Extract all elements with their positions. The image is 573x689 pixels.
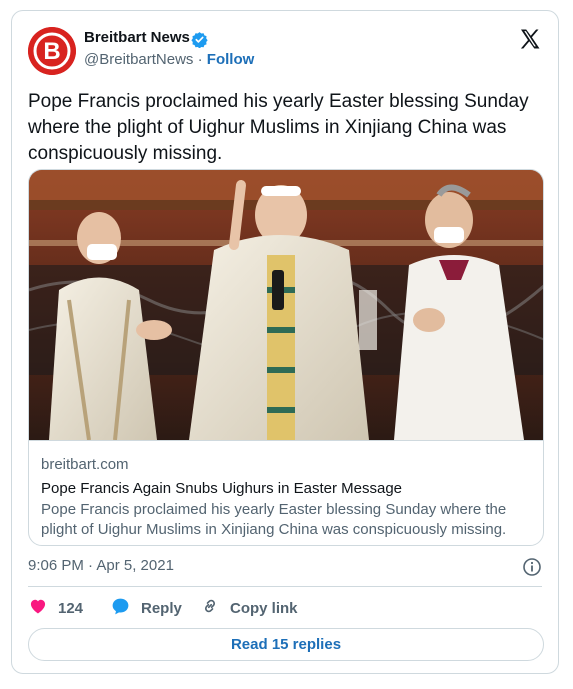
avatar[interactable]: B (28, 27, 76, 75)
copy-link-label: Copy link (230, 599, 298, 617)
link-meta: breitbart.com Pope Francis Again Snubs U… (29, 440, 543, 545)
author-name[interactable]: Breitbart News (84, 29, 190, 46)
verified-badge-icon (191, 31, 208, 53)
reply-bubble-icon (110, 596, 141, 621)
meta-separator: · (193, 51, 207, 68)
link-description: Pope Francis proclaimed his yearly Easte… (41, 501, 507, 538)
author-meta-row: @BreitbartNews · Follow (84, 51, 254, 68)
divider (28, 586, 542, 587)
tweet-text: Pope Francis proclaimed his yearly Easte… (28, 91, 529, 164)
likes-count: 124 (58, 599, 84, 617)
copy-link-action[interactable]: Copy link (200, 597, 298, 619)
reply-action[interactable]: Reply (110, 597, 182, 619)
author-handle[interactable]: @BreitbartNews (84, 51, 193, 68)
link-icon (200, 596, 230, 620)
avatar-letter: B (43, 38, 60, 65)
tweet-timestamp[interactable]: 9:06 PM · Apr 5, 2021 (28, 557, 174, 574)
link-title[interactable]: Pope Francis Again Snubs Uighurs in East… (41, 478, 533, 499)
read-replies-button[interactable]: Read 15 replies (28, 628, 544, 661)
like-action[interactable]: 124 (28, 597, 83, 619)
follow-button[interactable]: Follow (207, 51, 255, 68)
x-logo-icon[interactable] (518, 27, 542, 56)
link-domain: breitbart.com (41, 456, 129, 473)
link-card[interactable]: breitbart.com Pope Francis Again Snubs U… (28, 169, 544, 546)
article-photo (29, 170, 543, 440)
heart-icon (28, 596, 58, 620)
reply-label: Reply (141, 599, 182, 617)
info-icon[interactable] (522, 557, 542, 582)
tweet-card: B Breitbart News @BreitbartNews · Follow… (11, 10, 559, 674)
